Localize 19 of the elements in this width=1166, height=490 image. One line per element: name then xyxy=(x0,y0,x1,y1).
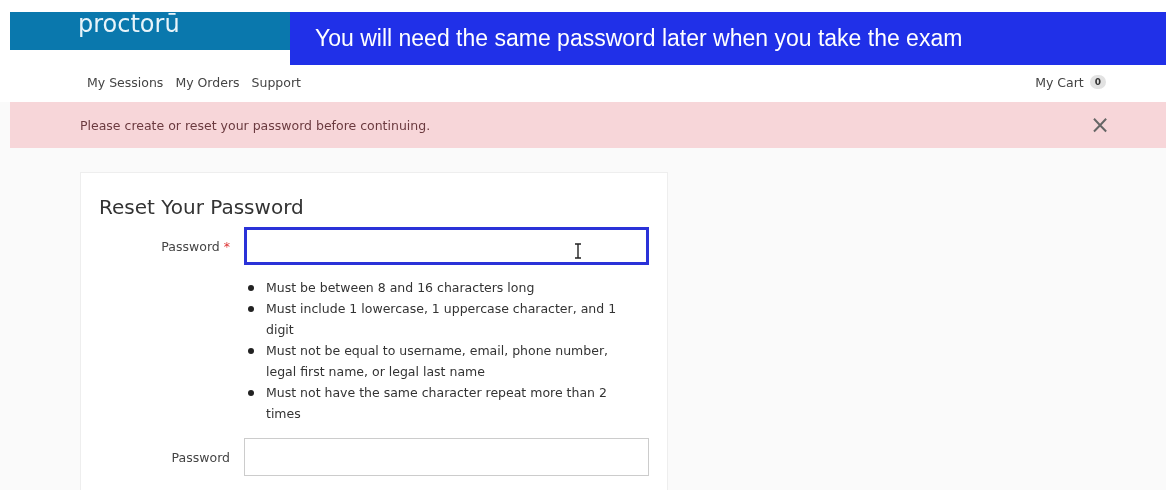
field-label: Password xyxy=(161,239,220,254)
nav-link[interactable]: Support xyxy=(251,74,301,90)
video-caption: You will need the same password later when you take the exam xyxy=(290,12,1166,65)
cart-count: 0 xyxy=(1089,75,1106,89)
nav-link[interactable]: My Orders xyxy=(175,74,240,90)
required-mark: * xyxy=(223,239,230,254)
password-rule: Must include 1 lowercase, 1 uppercase character, and 1 digit xyxy=(266,300,618,339)
form-title: Reset Your Password xyxy=(99,195,305,219)
password-rule: Must be between 8 and 16 characters long xyxy=(266,279,535,297)
nav-link[interactable]: My Sessions xyxy=(87,74,164,90)
password-field[interactable] xyxy=(244,227,649,265)
close-button[interactable]: × xyxy=(1085,113,1114,137)
field-label: Password xyxy=(171,450,230,465)
password-rule: Must not have the same character repeat more than 2 times xyxy=(266,384,608,423)
cart-link[interactable]: My Cart xyxy=(1035,74,1084,90)
logo[interactable]: proctorū xyxy=(78,10,180,38)
alert-message: Please create or reset your password before continuing. xyxy=(80,117,431,133)
text-cursor-icon xyxy=(574,243,582,259)
password-rule: Must not be equal to username, email, phone number, legal first name, or legal last name xyxy=(266,342,610,381)
